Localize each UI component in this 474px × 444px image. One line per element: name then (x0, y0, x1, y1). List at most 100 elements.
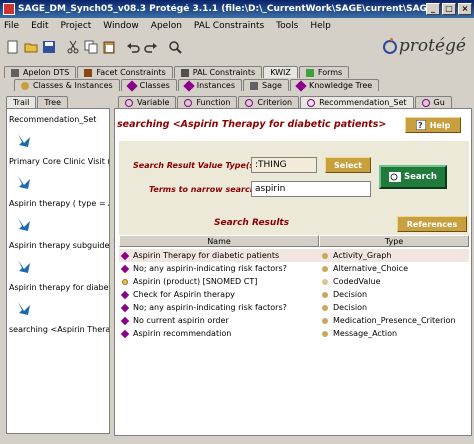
tab-row-2: Classes & Instances Classes Instances Sa… (0, 79, 474, 92)
new-file-icon[interactable] (6, 40, 20, 54)
menu-apelon[interactable]: Apelon (151, 21, 182, 31)
classes-instances-icon (21, 81, 29, 90)
type-circle-icon (322, 304, 328, 311)
name-cell: Aspirin Therapy for diabetic patients (119, 249, 319, 262)
tab-kwiz[interactable]: KWIZ (263, 66, 298, 78)
result-type: Alternative_Choice (333, 264, 408, 273)
value-type-label: Search Result Value Type(s) (133, 161, 258, 170)
column-header-name[interactable]: Name (119, 235, 319, 247)
inner-tab-row: Variable Function Criterion Recommendati… (118, 96, 472, 108)
class-diamond-icon (120, 264, 130, 273)
tab-tree[interactable]: Tree (37, 96, 69, 108)
trail-item[interactable]: Aspirin therapy for diabetic p (9, 283, 109, 292)
type-cell: Activity_Graph (319, 249, 469, 262)
tab-classes[interactable]: Classes (120, 79, 177, 92)
result-type: Message_Action (333, 329, 398, 338)
result-name: Aspirin recommendation (133, 329, 232, 338)
type-cell: Decision (319, 301, 469, 314)
tab-forms[interactable]: Forms (298, 66, 350, 78)
narrow-search-input[interactable]: aspirin (251, 181, 371, 197)
value-type-field[interactable]: :THING (251, 157, 317, 173)
cut-icon[interactable] (66, 40, 80, 54)
svg-text:?: ? (418, 121, 423, 130)
menu-window[interactable]: Window (103, 21, 139, 31)
type-circle-icon (322, 252, 328, 259)
trail-item[interactable]: Primary Core Clinic Visit ( type (9, 157, 109, 166)
save-icon[interactable] (42, 40, 56, 54)
tab-label: Facet Constraints (96, 68, 166, 77)
tab-variable[interactable]: Variable (118, 96, 177, 108)
close-button[interactable]: × (458, 3, 472, 15)
result-type: Decision (333, 290, 368, 299)
name-cell: No; any aspirin-indicating risk factors? (119, 301, 319, 314)
tab-knowledge-tree[interactable]: Knowledge Tree (289, 79, 380, 92)
apelon-icon (11, 68, 19, 77)
forms-icon (305, 68, 314, 77)
table-row[interactable]: Aspirin (product) [SNOMED CT] CodedValue (119, 275, 469, 288)
tab-instances[interactable]: Instances (177, 79, 242, 92)
table-row[interactable]: No; any aspirin-indicating risk factors?… (119, 262, 469, 275)
minimize-button[interactable]: _ (426, 3, 440, 15)
tab-function[interactable]: Function (177, 96, 238, 108)
trail-panel: Recommendation_Set Primary Core Clinic V… (6, 108, 110, 434)
menu-tools[interactable]: Tools (276, 21, 298, 31)
class-diamond-icon (120, 329, 130, 338)
left-tab-row: Trail Tree (0, 96, 110, 108)
result-type: CodedValue (333, 277, 381, 286)
menu-file[interactable]: File (4, 21, 19, 31)
find-icon[interactable] (168, 40, 182, 54)
tab-label: Trail (13, 98, 30, 107)
search-button[interactable]: Search (379, 165, 447, 189)
result-name: No; any aspirin-indicating risk factors? (133, 264, 287, 273)
type-circle-icon (322, 265, 328, 272)
tab-recommendation-set[interactable]: Recommendation_Set (300, 96, 414, 108)
trail-item[interactable]: Aspirin therapy ( type = Actio (9, 199, 109, 208)
menu-pal-constraints[interactable]: PAL Constraints (194, 21, 264, 31)
trail-item[interactable]: Recommendation_Set (9, 115, 96, 124)
tab-label: Function (196, 98, 231, 107)
select-button[interactable]: Select (325, 157, 371, 173)
menu-help[interactable]: Help (310, 21, 331, 31)
column-header-type[interactable]: Type (319, 235, 469, 247)
undo-icon[interactable] (126, 40, 140, 54)
tab-pal-constraints[interactable]: PAL Constraints (173, 66, 263, 78)
result-type: Medication_Presence_Criterion (333, 316, 456, 325)
type-cell: Message_Action (319, 327, 469, 340)
tab-apelon-dts[interactable]: Apelon DTS (4, 66, 77, 78)
table-row[interactable]: Check for Aspirin therapy Decision (119, 288, 469, 301)
tab-gu[interactable]: Gu (414, 96, 452, 108)
redo-icon[interactable] (144, 40, 158, 54)
result-name: Check for Aspirin therapy (133, 290, 235, 299)
name-cell: No; any aspirin-indicating risk factors? (119, 262, 319, 275)
table-row[interactable]: No; any aspirin-indicating risk factors?… (119, 301, 469, 314)
table-row[interactable]: Aspirin Therapy for diabetic patients Act… (119, 249, 469, 262)
result-name: Aspirin Therapy for diabetic patients (133, 251, 280, 260)
tab-criterion[interactable]: Criterion (238, 96, 300, 108)
help-button[interactable]: ? Help (405, 117, 461, 133)
paste-icon[interactable] (102, 40, 116, 54)
type-cell: Medication_Presence_Criterion (319, 314, 469, 327)
tab-sage[interactable]: Sage (243, 79, 289, 91)
menu-edit[interactable]: Edit (31, 21, 48, 31)
maximize-button[interactable]: □ (442, 3, 456, 15)
table-row[interactable]: No current aspirin order Medication_Prese… (119, 314, 469, 327)
open-folder-icon[interactable] (24, 40, 38, 54)
tab-facet-constraints[interactable]: Facet Constraints (77, 66, 173, 78)
search-results-header: Search Results References (119, 213, 469, 235)
pal-icon (180, 68, 189, 77)
result-name: No; any aspirin-indicating risk factors? (133, 303, 287, 312)
trail-item[interactable]: Aspirin therapy subguideline (9, 241, 109, 250)
trail-item[interactable]: searching <Aspirin Therapy (9, 325, 109, 334)
copy-icon[interactable] (84, 40, 98, 54)
menu-project[interactable]: Project (61, 21, 92, 31)
arrow-icon (18, 176, 30, 189)
tab-label: Variable (137, 98, 170, 107)
tab-trail[interactable]: Trail (6, 96, 37, 108)
table-row[interactable]: Aspirin recommendation Message_Action (119, 327, 469, 340)
function-icon (184, 98, 193, 107)
tab-classes-instances[interactable]: Classes & Instances (14, 79, 120, 91)
name-cell: Aspirin (product) [SNOMED CT] (119, 275, 319, 288)
type-cell: Alternative_Choice (319, 262, 469, 275)
references-button[interactable]: References (397, 216, 467, 232)
help-label: Help (429, 120, 451, 130)
